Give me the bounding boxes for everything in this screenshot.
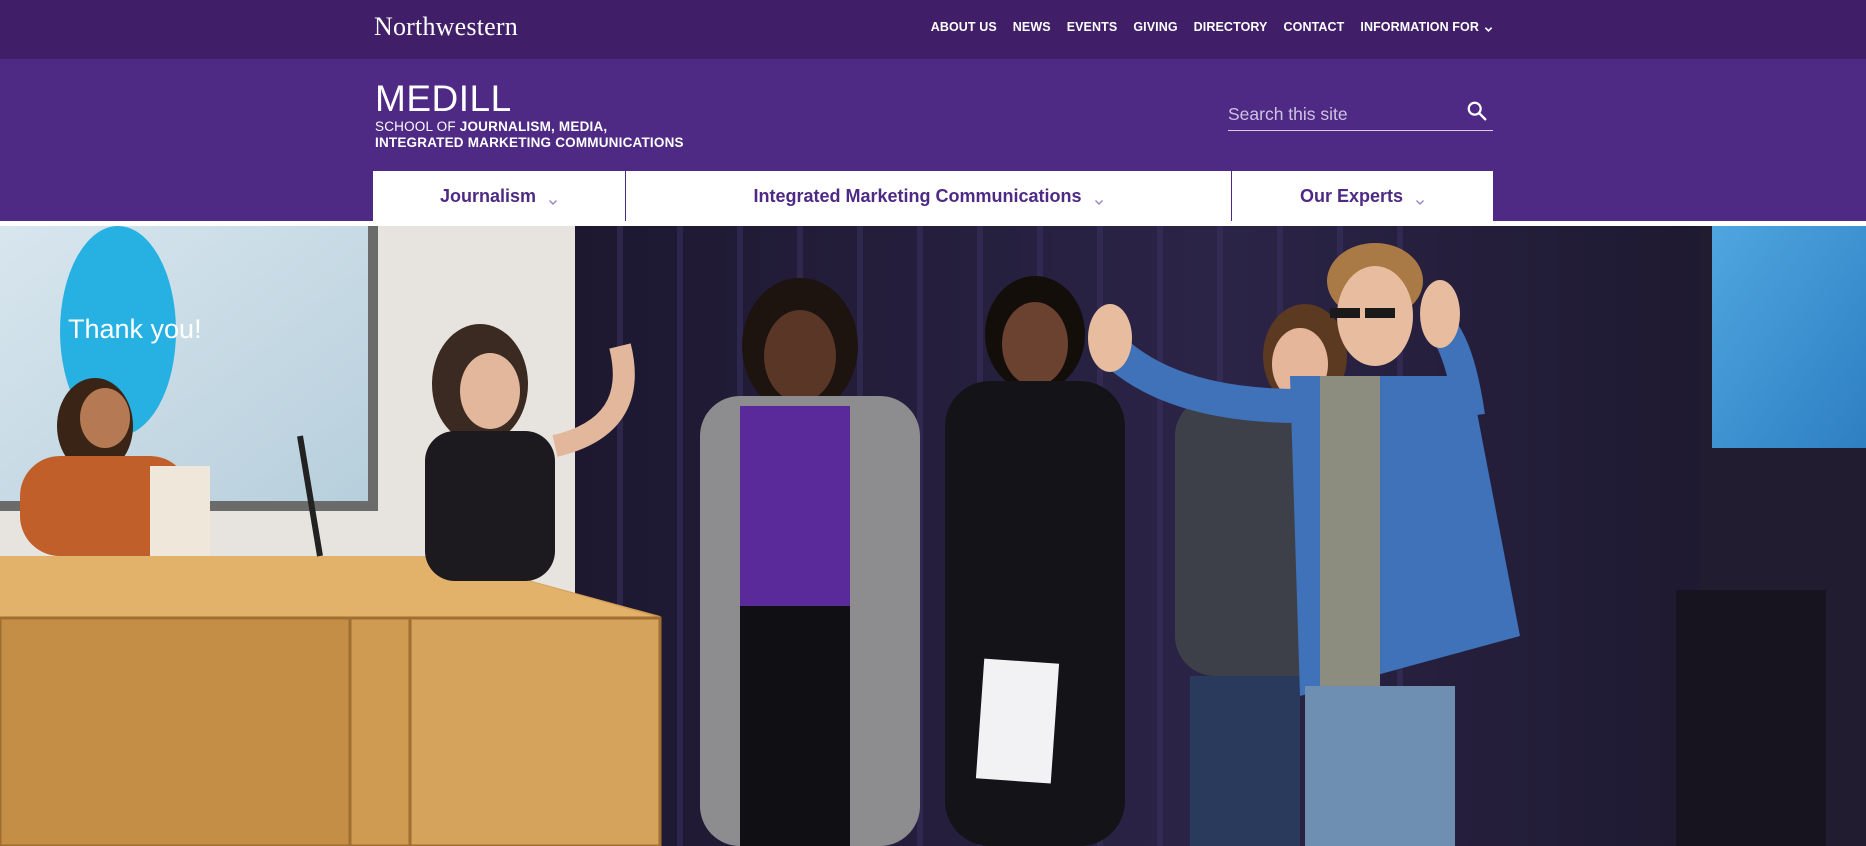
nav-link-information-for[interactable]: INFORMATION FOR — [1360, 20, 1493, 34]
subtitle-school-of: SCHOOL OF — [375, 119, 460, 134]
chevron-down-icon — [1484, 23, 1493, 32]
medill-title: MEDILL — [375, 78, 512, 119]
main-nav-our-experts[interactable]: Our Experts — [1232, 171, 1493, 221]
chevron-down-icon — [548, 191, 558, 205]
subtitle-journalism-media: JOURNALISM, MEDIA, — [459, 119, 608, 134]
nav-link-events[interactable]: EVENTS — [1067, 20, 1118, 34]
main-nav-imc-label: Integrated Marketing Communications — [753, 185, 1082, 206]
nav-link-directory[interactable]: DIRECTORY — [1194, 20, 1268, 34]
main-nav-imc[interactable]: Integrated Marketing Communications — [626, 171, 1232, 221]
nav-link-about-us[interactable]: ABOUT US — [931, 20, 997, 34]
main-nav: Journalism Integrated Marketing Communic… — [373, 171, 1493, 221]
nav-link-contact[interactable]: CONTACT — [1284, 20, 1345, 34]
nav-link-information-for-label: INFORMATION FOR — [1360, 20, 1479, 34]
hero-screen-text: Thank you! — [68, 314, 202, 344]
northwestern-logo[interactable]: Northwestern — [374, 12, 518, 42]
medill-logo[interactable]: MEDILL SCHOOL OF JOURNALISM, MEDIA, INTE… — [375, 78, 684, 151]
nav-link-news[interactable]: NEWS — [1013, 20, 1051, 34]
main-nav-our-experts-label: Our Experts — [1299, 185, 1404, 206]
utility-nav: ABOUT US NEWS EVENTS GIVING DIRECTORY CO… — [915, 20, 1493, 34]
search-form — [1228, 99, 1493, 131]
search-input[interactable] — [1228, 99, 1448, 129]
hero-image: Thank you! — [0, 226, 1866, 846]
nav-link-giving[interactable]: GIVING — [1133, 20, 1177, 34]
medill-subtitle: SCHOOL OF JOURNALISM, MEDIA, INTEGRATED … — [375, 119, 684, 151]
main-nav-journalism[interactable]: Journalism — [373, 171, 626, 221]
search-button[interactable] — [1465, 100, 1489, 124]
chevron-down-icon — [1415, 191, 1425, 205]
hero-photo-illustration: Thank you! — [0, 226, 1866, 846]
chevron-down-icon — [1094, 191, 1104, 205]
search-icon — [1466, 101, 1488, 125]
utility-bar: Northwestern ABOUT US NEWS EVENTS GIVING… — [0, 0, 1866, 59]
main-nav-journalism-label: Journalism — [439, 185, 537, 206]
subtitle-imc: INTEGRATED MARKETING COMMUNICATIONS — [375, 135, 684, 150]
